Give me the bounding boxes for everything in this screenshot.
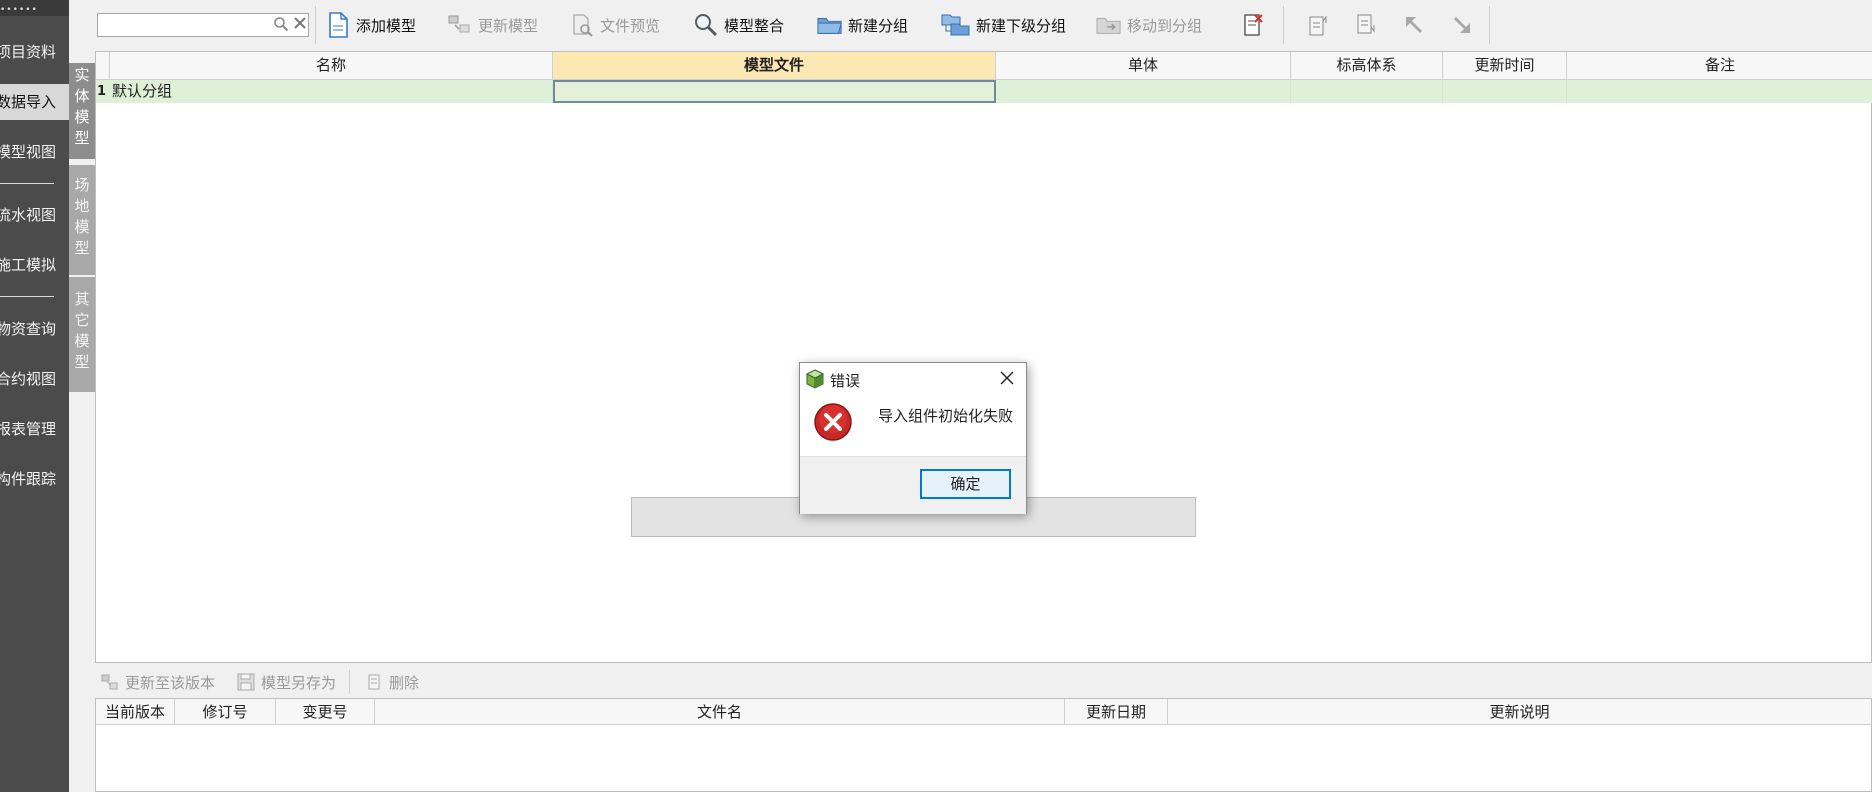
search-input[interactable] — [101, 15, 265, 37]
nav-item-flow-view[interactable]: 流水视图 — [0, 197, 69, 233]
column-header-unit[interactable]: 单体 — [996, 52, 1291, 79]
error-dialog: 错误 导入组件初始化失败 确定 — [799, 362, 1027, 514]
model-grid: 名称 模型文件 单体 标高体系 更新时间 备注 1 默认分组 — [95, 51, 1872, 663]
toolbar-divider — [315, 6, 316, 44]
save-model-as-button[interactable]: 模型另存为 — [237, 671, 336, 693]
nav-item-contract-view[interactable]: 合约视图 — [0, 361, 69, 397]
clear-icon[interactable] — [293, 16, 307, 34]
cell-name[interactable]: 默认分组 — [110, 80, 553, 103]
cell-note[interactable] — [1567, 80, 1871, 103]
update-model-label: 更新模型 — [478, 16, 539, 35]
tab-site-model[interactable]: 场地模型 — [69, 165, 95, 275]
model-merge-label: 模型整合 — [724, 16, 785, 35]
cell-unit[interactable] — [996, 80, 1291, 103]
nav-grip: •••••• — [0, 0, 69, 16]
move-to-group-button[interactable]: 移动到分组 — [1096, 9, 1202, 41]
close-icon[interactable] — [996, 368, 1018, 390]
version-grid: 当前版本 修订号 变更号 文件名 更新日期 更新说明 — [95, 698, 1872, 792]
tab-label: 实体模型 — [74, 66, 90, 147]
toolbar-divider — [1489, 6, 1490, 44]
file-preview-label: 文件预览 — [600, 16, 661, 35]
update-model-button[interactable]: 更新模型 — [447, 9, 538, 41]
main-toolbar: 添加模型 更新模型 文件预览 模型整合 新建分组 新建下级分组 移动到分组 — [95, 0, 1872, 51]
tab-solid-model[interactable]: 实体模型 — [69, 63, 95, 159]
column-header-current-version[interactable]: 当前版本 — [96, 699, 175, 725]
left-navigation: •••••• 项目资料 数据导入 模型视图 流水视图 施工模拟 物资查询 合约视… — [0, 0, 69, 792]
column-header-name[interactable]: 名称 — [110, 52, 553, 79]
column-header-note[interactable]: 备注 — [1567, 52, 1872, 79]
move-down-icon[interactable] — [1353, 12, 1379, 38]
column-header-file-name[interactable]: 文件名 — [375, 699, 1065, 725]
column-header-revision[interactable]: 修订号 — [175, 699, 276, 725]
tab-other-model[interactable]: 其它模型 — [69, 277, 95, 392]
model-merge-button[interactable]: 模型整合 — [693, 9, 784, 41]
nav-item-report-mgmt[interactable]: 报表管理 — [0, 411, 69, 447]
column-header-update-note[interactable]: 更新说明 — [1168, 699, 1871, 725]
dialog-body: 导入组件初始化失败 — [800, 395, 1026, 456]
new-group-button[interactable]: 新建分组 — [817, 9, 908, 41]
tab-label: 其它模型 — [74, 290, 90, 371]
nav-item-model-view[interactable]: 模型视图 — [0, 134, 69, 170]
toolbar-divider — [1283, 6, 1284, 44]
nav-item-component-track[interactable]: 构件跟踪 — [0, 461, 69, 497]
cell-model-file[interactable] — [553, 80, 996, 103]
save-icon — [237, 673, 255, 691]
move-to-group-label: 移动到分组 — [1127, 16, 1203, 35]
grid-header: 名称 模型文件 单体 标高体系 更新时间 备注 — [96, 52, 1872, 80]
table-row[interactable]: 1 默认分组 — [96, 80, 1872, 103]
toolbar-divider — [349, 670, 350, 694]
move-top-icon[interactable] — [1401, 12, 1427, 38]
version-toolbar: 更新至该版本 模型另存为 删除 — [95, 665, 1872, 698]
row-number-header — [96, 52, 110, 79]
cell-elevation[interactable] — [1291, 80, 1443, 103]
dialog-titlebar[interactable]: 错误 — [800, 363, 1026, 395]
dialog-title: 错误 — [830, 372, 861, 390]
document-icon — [325, 12, 351, 38]
dialog-message: 导入组件初始化失败 — [878, 407, 1014, 425]
column-header-change-number[interactable]: 变更号 — [276, 699, 375, 725]
delete-row-icon[interactable] — [1240, 12, 1266, 38]
tab-label: 场地模型 — [74, 176, 90, 257]
app-cube-icon — [805, 369, 825, 389]
nav-item-data-import[interactable]: 数据导入 — [0, 84, 69, 120]
column-header-model-file[interactable]: 模型文件 — [553, 52, 996, 79]
nav-item-construction-sim[interactable]: 施工模拟 — [0, 247, 69, 283]
file-preview-button[interactable]: 文件预览 — [569, 9, 660, 41]
nav-divider — [0, 296, 54, 297]
cell-update-time[interactable] — [1443, 80, 1567, 103]
move-bottom-icon[interactable] — [1449, 12, 1475, 38]
new-subgroup-label: 新建下级分组 — [976, 16, 1067, 35]
add-model-label: 添加模型 — [356, 16, 417, 35]
delete-version-button[interactable]: 删除 — [365, 671, 419, 693]
update-to-version-label: 更新至该版本 — [125, 673, 216, 692]
search-icon[interactable] — [273, 16, 289, 36]
magnifier-icon — [693, 12, 719, 38]
nav-divider — [0, 183, 54, 184]
save-model-as-label: 模型另存为 — [261, 673, 337, 692]
delete-version-label: 删除 — [389, 673, 420, 692]
column-header-update-time[interactable]: 更新时间 — [1443, 52, 1567, 79]
error-icon — [813, 402, 853, 442]
new-group-label: 新建分组 — [848, 16, 909, 35]
search-box — [97, 13, 309, 37]
new-subgroup-button[interactable]: 新建下级分组 — [941, 9, 1066, 41]
column-header-elevation[interactable]: 标高体系 — [1291, 52, 1443, 79]
preview-icon — [569, 12, 595, 38]
move-up-icon[interactable] — [1305, 12, 1331, 38]
ok-button[interactable]: 确定 — [920, 469, 1011, 499]
column-header-update-date[interactable]: 更新日期 — [1065, 699, 1168, 725]
update-to-version-button[interactable]: 更新至该版本 — [101, 671, 215, 693]
nav-item-material-query[interactable]: 物资查询 — [0, 311, 69, 347]
folder-icon — [817, 12, 843, 38]
dialog-footer: 确定 — [800, 456, 1026, 514]
update-model-icon — [447, 12, 473, 38]
version-icon — [101, 673, 119, 691]
move-folder-icon — [1096, 12, 1122, 38]
subfolder-icon — [941, 12, 971, 38]
nav-item-project-info[interactable]: 项目资料 — [0, 34, 69, 70]
delete-icon — [365, 673, 383, 691]
row-number: 1 — [97, 84, 107, 99]
add-model-button[interactable]: 添加模型 — [325, 9, 416, 41]
